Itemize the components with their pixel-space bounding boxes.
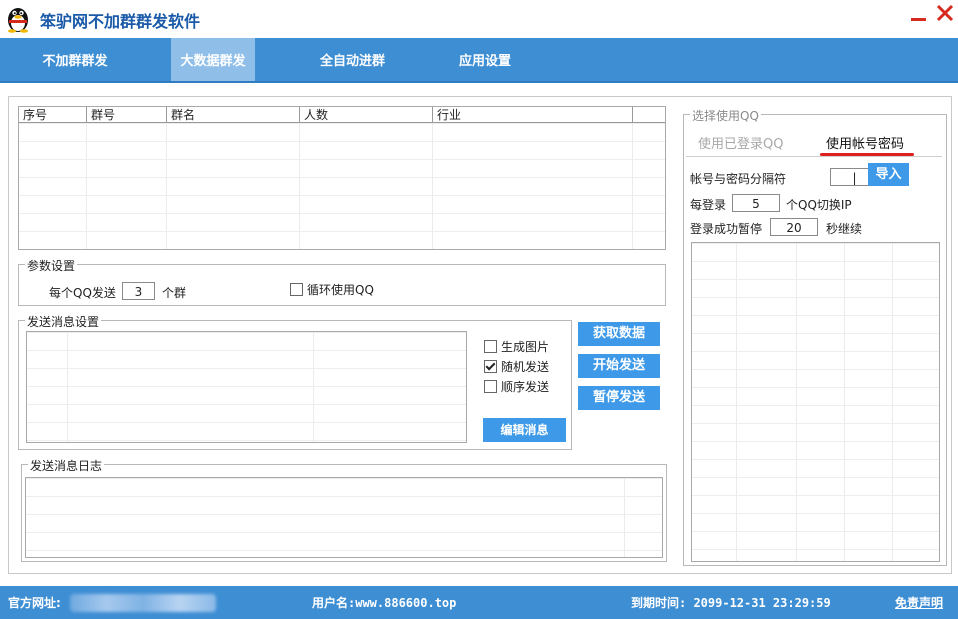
tab-app-settings[interactable]: 应用设置: [440, 38, 530, 81]
col-divider: [892, 243, 893, 561]
fetch-data-button[interactable]: 获取数据: [578, 322, 660, 346]
title-bar: 笨驴网不加群群发软件: [0, 0, 958, 38]
import-button[interactable]: 导入: [868, 163, 909, 186]
col-divider: [796, 243, 797, 561]
col-divider: [844, 243, 845, 561]
col-divider: [632, 107, 633, 249]
per-qq-label: 每个QQ发送: [49, 286, 116, 300]
log-grid: [26, 478, 662, 557]
random-send-checkbox[interactable]: [484, 360, 497, 373]
tab-divider: [686, 156, 942, 157]
generate-image-label: 生成图片: [501, 340, 550, 354]
message-list-grid: [27, 332, 466, 442]
tab-use-password[interactable]: 使用帐号密码: [826, 133, 904, 152]
per-login-suffix: 个QQ切换IP: [786, 198, 852, 212]
qq-penguin-icon: [8, 8, 28, 33]
window-title: 笨驴网不加群群发软件: [40, 12, 201, 31]
table-grid: [19, 123, 665, 249]
col-divider: [299, 107, 300, 249]
main-nav: 不加群群发 大数据群发 全自动进群 应用设置: [0, 38, 958, 83]
col-divider: [313, 332, 314, 442]
per-login-input[interactable]: 5: [732, 194, 780, 212]
sequential-send-checkbox[interactable]: [484, 380, 497, 393]
send-log-list[interactable]: [25, 477, 663, 558]
loop-qq-label: 循环使用QQ: [307, 283, 374, 297]
send-log-group: 发送消息日志: [21, 457, 667, 562]
params-group: 参数设置 每个QQ发送 3 个群 循环使用QQ: [18, 257, 666, 306]
start-send-button[interactable]: 开始发送: [578, 354, 660, 378]
minimize-icon[interactable]: [908, 4, 930, 26]
close-icon[interactable]: [934, 2, 956, 24]
pause-send-button[interactable]: 暂停发送: [578, 386, 660, 410]
send-log-legend: 发送消息日志: [28, 457, 105, 474]
qq-select-group: 选择使用QQ 使用已登录QQ 使用帐号密码 帐号与密码分隔符 | 导入 每登录 …: [683, 107, 947, 566]
column-header-member-count[interactable]: 人数: [300, 107, 433, 123]
message-list[interactable]: [26, 331, 467, 443]
qq-select-legend: 选择使用QQ: [690, 107, 761, 124]
col-divider: [67, 332, 68, 442]
random-send-label: 随机发送: [501, 360, 550, 374]
column-header-group-name[interactable]: 群名: [167, 107, 300, 123]
col-divider: [736, 243, 737, 561]
edit-message-button[interactable]: 编辑消息: [483, 418, 566, 442]
per-qq-unit: 个群: [162, 286, 187, 300]
message-settings-group: 发送消息设置 生成图片 随机发送 顺序发送 编辑消息: [18, 313, 572, 450]
site-label: 官方网址:: [8, 596, 61, 610]
site-url-redacted: [70, 594, 216, 612]
message-settings-legend: 发送消息设置: [25, 313, 102, 330]
column-header-group-id[interactable]: 群号: [87, 107, 167, 123]
per-qq-count-input[interactable]: 3: [122, 282, 155, 300]
tab-use-logged-qq[interactable]: 使用已登录QQ: [698, 133, 783, 152]
per-login-label: 每登录: [690, 198, 727, 212]
main-panel: 序号 群号 群名 人数 行业 参数设置 每个QQ发送 3 个群 循环使用QQ 发…: [8, 96, 952, 574]
loop-qq-checkbox[interactable]: [290, 283, 303, 296]
pause-seconds-input[interactable]: 20: [770, 218, 818, 236]
column-header-filler: [633, 107, 665, 123]
column-header-industry[interactable]: 行业: [433, 107, 633, 123]
pause-suffix: 秒继续: [826, 222, 863, 236]
qq-list-grid: [692, 243, 939, 561]
group-table[interactable]: 序号 群号 群名 人数 行业: [18, 106, 666, 250]
disclaimer-link[interactable]: 免责声明: [895, 594, 943, 611]
col-divider: [432, 107, 433, 249]
separator-label: 帐号与密码分隔符: [690, 172, 787, 186]
generate-image-checkbox[interactable]: [484, 340, 497, 353]
qq-account-list[interactable]: [691, 242, 940, 562]
col-divider: [624, 478, 625, 557]
sequential-send-label: 顺序发送: [501, 380, 550, 394]
username-label: 用户名:www.886600.top: [312, 596, 457, 610]
col-divider: [86, 107, 87, 249]
col-divider: [166, 107, 167, 249]
tab-no-join-group-send[interactable]: 不加群群发: [0, 38, 150, 81]
column-header-index[interactable]: 序号: [19, 107, 87, 123]
pause-label: 登录成功暂停: [690, 222, 763, 236]
tab-auto-join-group[interactable]: 全自动进群: [300, 38, 405, 81]
expiry-label: 到期时间: 2099-12-31 23:29:59: [631, 596, 831, 610]
status-bar: 官方网址: 用户名:www.886600.top 到期时间: 2099-12-3…: [0, 586, 958, 619]
tab-big-data-send[interactable]: 大数据群发: [171, 38, 255, 81]
params-legend: 参数设置: [25, 257, 78, 274]
